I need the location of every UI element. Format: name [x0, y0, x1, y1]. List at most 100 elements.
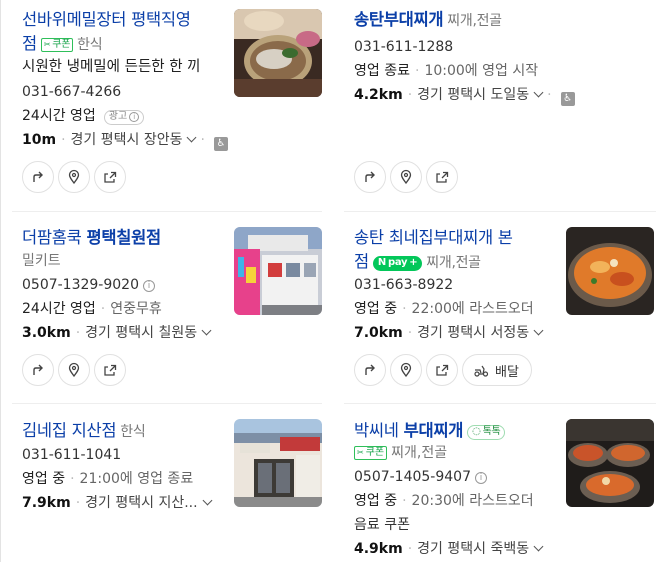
- place-category: 밀키트: [22, 253, 61, 269]
- place-name-cont[interactable]: 점 Npay + 찌개,전골: [354, 250, 481, 275]
- talktalk-badge[interactable]: ◌ 톡톡: [467, 424, 506, 440]
- address: 경기 평택시 도일동: [417, 87, 530, 103]
- place-thumbnail[interactable]: [566, 419, 654, 507]
- route-icon: [33, 171, 43, 182]
- route-button[interactable]: [22, 161, 54, 193]
- place-name[interactable]: 송탄부대찌개 찌개,전골: [354, 8, 502, 33]
- distance: 3.0km: [22, 325, 71, 341]
- coupon-badge: ✂ 쿠폰: [354, 446, 388, 460]
- distance: 4.9km: [354, 541, 403, 557]
- phone-number[interactable]: 031-611-1288: [354, 37, 453, 57]
- phone-number[interactable]: 031-611-1041: [22, 445, 121, 465]
- place-category: 찌개,전골: [447, 13, 502, 29]
- route-icon: [365, 364, 375, 375]
- place-name[interactable]: 송탄 최네집부대찌개 본: [354, 226, 513, 250]
- location-row[interactable]: 7.0km · 경기 평택시 서정동: [354, 323, 544, 343]
- distance: 7.0km: [354, 325, 403, 341]
- address: 경기 평택시 지산...: [85, 495, 198, 511]
- location-pin-icon: [400, 169, 412, 185]
- place-category: 찌개,전골: [426, 255, 481, 271]
- route-button[interactable]: [22, 354, 54, 386]
- delivery-button[interactable]: 배달: [462, 354, 532, 386]
- address: 경기 평택시 서정동: [417, 325, 530, 341]
- place-category: 찌개,전골: [391, 445, 448, 461]
- info-icon: i: [129, 112, 140, 122]
- business-hours: 24시간 영업 · 연중무휴: [22, 301, 162, 317]
- chevron-down-icon[interactable]: [202, 495, 213, 506]
- place-thumbnail[interactable]: [234, 9, 322, 97]
- business-hours: 영업 중 · 20:30에 라스트오더: [354, 493, 534, 509]
- coupon-icon: ✂: [357, 448, 364, 457]
- coupon-icon: ✂: [43, 40, 51, 49]
- place-name[interactable]: 박씨네 부대찌개 ◌ 톡톡: [354, 419, 506, 443]
- npay-badge: Npay +: [372, 255, 423, 271]
- map-button[interactable]: [390, 161, 422, 193]
- share-button[interactable]: [94, 354, 126, 386]
- place-name[interactable]: 더팜홈쿡 평택칠원점: [22, 226, 161, 250]
- place-thumbnail[interactable]: [234, 227, 322, 315]
- info-icon[interactable]: i: [475, 472, 487, 484]
- divider: [12, 211, 322, 212]
- location-pin-icon: [68, 169, 80, 185]
- action-buttons: [22, 354, 126, 386]
- share-icon: [436, 171, 449, 183]
- route-button[interactable]: [354, 161, 386, 193]
- location-pin-icon: [400, 362, 412, 378]
- left-border: [0, 0, 1, 562]
- chevron-down-icon[interactable]: [201, 325, 212, 336]
- distance: 7.9km: [22, 495, 71, 511]
- location-row[interactable]: 4.9km · 경기 평택시 죽백동: [354, 539, 544, 559]
- share-icon: [104, 364, 117, 376]
- map-button[interactable]: [58, 161, 90, 193]
- place-name[interactable]: 선바위메밀장터 평택직영: [22, 8, 191, 32]
- divider: [344, 211, 656, 212]
- place-category: 한식: [120, 424, 146, 440]
- info-icon[interactable]: i: [143, 280, 155, 292]
- place-description: 시원한 냉메밀에 든든한 한 끼: [22, 59, 201, 75]
- route-icon: [365, 171, 375, 182]
- location-pin-icon: [68, 362, 80, 378]
- phone-number[interactable]: 031-663-8922: [354, 275, 453, 295]
- place-thumbnail[interactable]: [234, 419, 322, 507]
- divider: [12, 403, 322, 404]
- address: 경기 평택시 칠원동: [85, 325, 198, 341]
- place-name-cont[interactable]: 점 ✂ 쿠폰 한식: [22, 32, 103, 57]
- place-category: 한식: [77, 37, 103, 53]
- location-row[interactable]: 4.2km · 경기 평택시 도일동 · ♿: [354, 85, 575, 106]
- scooter-icon: [474, 365, 489, 377]
- place-meta: ✂ 쿠폰 찌개,전골: [354, 443, 447, 463]
- map-button[interactable]: [390, 354, 422, 386]
- promo-text: 음료 쿠폰: [354, 517, 410, 533]
- chevron-down-icon[interactable]: [533, 325, 544, 336]
- action-buttons: [22, 161, 126, 193]
- place-name[interactable]: 김네집 지산점 한식: [22, 419, 146, 444]
- map-button[interactable]: [58, 354, 90, 386]
- wheelchair-icon: ♿: [213, 137, 228, 151]
- delivery-label: 배달: [495, 364, 519, 380]
- phone-number[interactable]: 031-667-4266: [22, 82, 121, 102]
- share-button[interactable]: [426, 161, 458, 193]
- share-icon: [436, 364, 449, 376]
- action-buttons: [354, 161, 458, 193]
- address: 경기 평택시 죽백동: [417, 541, 530, 557]
- distance: 4.2km: [354, 87, 403, 103]
- location-row[interactable]: 7.9km · 경기 평택시 지산...: [22, 493, 213, 513]
- ad-badge[interactable]: 광고 i: [103, 109, 145, 125]
- chevron-down-icon[interactable]: [187, 132, 197, 143]
- chevron-down-icon[interactable]: [533, 541, 544, 552]
- chevron-down-icon[interactable]: [533, 87, 544, 98]
- share-icon: [104, 171, 117, 183]
- route-button[interactable]: [354, 354, 386, 386]
- phone-number[interactable]: 0507-1405-9407 i: [354, 467, 487, 487]
- place-thumbnail[interactable]: [566, 227, 654, 315]
- business-hours: 24시간 영업 광고 i: [22, 106, 145, 126]
- wheelchair-icon: ♿: [560, 92, 575, 106]
- chat-icon: ◌: [472, 426, 481, 437]
- share-button[interactable]: [94, 161, 126, 193]
- business-hours: 영업 중 · 21:00에 영업 종료: [22, 471, 194, 487]
- location-row[interactable]: 10m · 경기 평택시 장안동 · ♿: [22, 130, 228, 151]
- coupon-badge: ✂ 쿠폰: [40, 38, 74, 52]
- phone-number[interactable]: 0507-1329-9020 i: [22, 275, 155, 295]
- location-row[interactable]: 3.0km · 경기 평택시 칠원동: [22, 323, 212, 343]
- share-button[interactable]: [426, 354, 458, 386]
